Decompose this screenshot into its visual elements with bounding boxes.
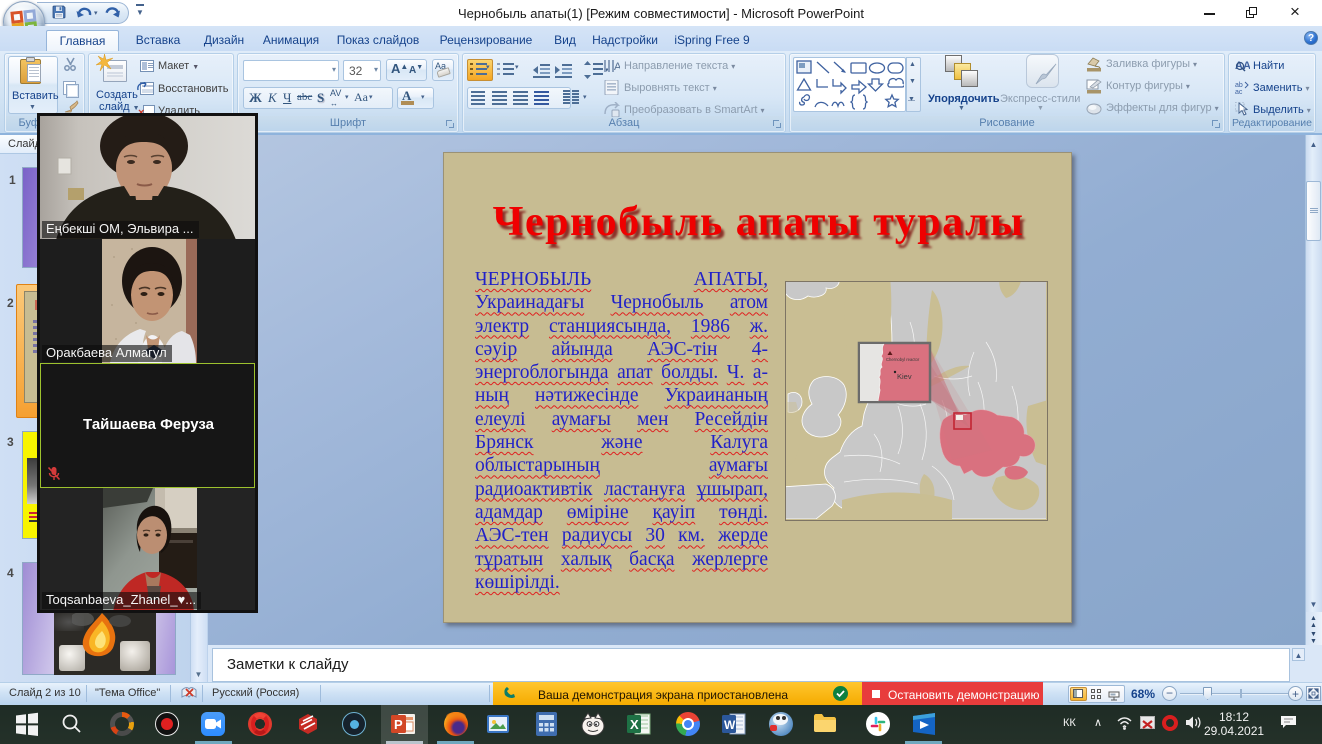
svg-text:Kiev: Kiev — [897, 372, 912, 381]
svg-text:АА: АА — [1235, 60, 1250, 72]
svg-text:ab: ab — [1235, 82, 1243, 89]
svg-text:P: P — [394, 717, 403, 732]
svg-text:А: А — [614, 61, 620, 73]
svg-text:Chernobyl reactor: Chernobyl reactor — [886, 357, 920, 362]
svg-text:X: X — [630, 717, 639, 732]
svg-text:W: W — [724, 718, 736, 732]
svg-text:ac: ac — [1235, 89, 1243, 94]
